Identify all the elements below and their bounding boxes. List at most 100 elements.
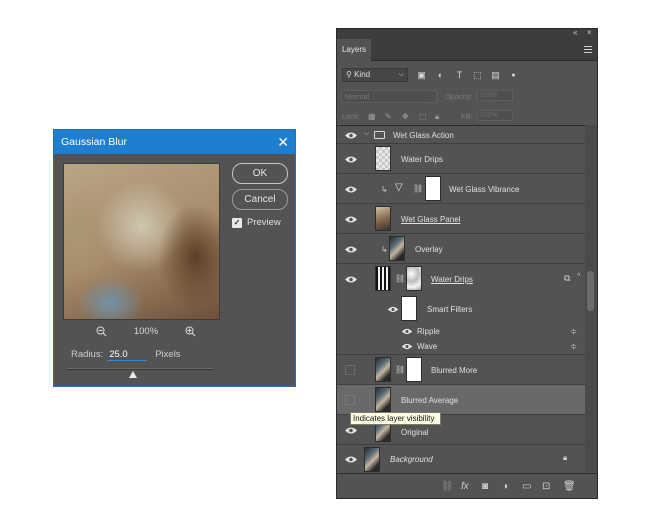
- visibility-toggle[interactable]: [345, 395, 355, 405]
- layer-row-overlay[interactable]: ↳ Overlay: [337, 234, 585, 264]
- new-layer-icon[interactable]: ⊡: [542, 481, 550, 492]
- eye-icon[interactable]: [344, 275, 358, 284]
- eye-icon[interactable]: [344, 185, 358, 194]
- clipping-mask-icon: ↳: [381, 245, 388, 254]
- eye-icon[interactable]: [401, 327, 415, 336]
- layer-thumbnail: [375, 266, 391, 291]
- eye-icon[interactable]: [344, 455, 358, 464]
- scrollbar-thumb[interactable]: [587, 271, 594, 311]
- cancel-button[interactable]: Cancel: [232, 189, 288, 210]
- type-filter-icon[interactable]: T: [455, 71, 464, 80]
- eye-icon[interactable]: [344, 245, 358, 254]
- layer-row-blurred-average[interactable]: Blurred Average: [337, 385, 585, 415]
- tooltip: Indicates layer visibility: [350, 412, 441, 425]
- dialog-title: Gaussian Blur: [61, 136, 127, 148]
- radius-slider-thumb[interactable]: [129, 371, 137, 378]
- tab-layers[interactable]: Layers: [337, 39, 371, 61]
- new-group-icon[interactable]: ▭: [522, 481, 531, 492]
- smart-object-filter-icon[interactable]: ▤: [491, 71, 500, 80]
- filter-toggle-icon[interactable]: ●: [509, 71, 518, 80]
- panel-menu-icon[interactable]: [584, 46, 592, 53]
- lock-all-icon[interactable]: 🔒︎: [435, 112, 439, 122]
- layers-scrollbar[interactable]: [585, 125, 597, 472]
- filter-row-ripple[interactable]: Ripple ≑: [337, 324, 585, 339]
- radius-slider-track[interactable]: [67, 368, 213, 370]
- panel-topstrip: « ×: [337, 28, 597, 39]
- link-layers-icon[interactable]: ⛓: [441, 481, 454, 492]
- lock-artboard-icon[interactable]: ⬚: [419, 112, 427, 121]
- radius-label: Radius:: [71, 349, 104, 360]
- opacity-field[interactable]: 100%: [477, 90, 513, 101]
- collapse-filters-icon[interactable]: ^: [577, 273, 580, 280]
- checkmark-icon[interactable]: ✓: [232, 217, 242, 228]
- layer-mask-thumbnail[interactable]: [406, 357, 422, 382]
- link-icon[interactable]: ⛓: [413, 184, 423, 193]
- lock-position-icon[interactable]: ✥: [402, 112, 409, 121]
- layer-name: Wet Glass Vibrance: [449, 185, 520, 194]
- zoom-out-icon[interactable]: [96, 326, 107, 337]
- layer-name: Smart Filters: [427, 305, 473, 314]
- shape-filter-icon[interactable]: ⬚: [473, 71, 482, 80]
- pixel-filter-icon[interactable]: ▣: [417, 71, 426, 80]
- eye-icon[interactable]: [401, 342, 415, 351]
- layer-row-smart-filters[interactable]: Smart Filters: [337, 294, 585, 324]
- ok-button[interactable]: OK: [232, 163, 288, 184]
- panel-close-icon[interactable]: ×: [587, 28, 592, 37]
- eye-icon[interactable]: [344, 426, 358, 435]
- close-icon[interactable]: ✕: [277, 130, 289, 154]
- blur-preview-image[interactable]: [63, 163, 220, 320]
- lock-icon[interactable]: 🔒︎: [563, 453, 567, 463]
- layer-row-wet-glass-vibrance[interactable]: ↳ ▽ ⛓ Wet Glass Vibrance: [337, 174, 585, 204]
- link-icon[interactable]: ⛓: [395, 365, 405, 374]
- eye-icon[interactable]: [344, 215, 358, 224]
- fill-field[interactable]: 100%: [477, 110, 513, 121]
- collapse-icon[interactable]: «: [573, 28, 577, 37]
- layer-thumbnail: [389, 236, 405, 261]
- lock-pixels-icon[interactable]: ✎: [385, 112, 392, 121]
- lock-label: Lock:: [342, 112, 360, 121]
- filter-row-wave[interactable]: Wave ≑: [337, 339, 585, 355]
- fx-icon[interactable]: fx: [461, 481, 469, 492]
- adjustment-filter-icon[interactable]: ◐: [436, 71, 445, 80]
- layer-row-blurred-more[interactable]: ⛓ Blurred More: [337, 355, 585, 385]
- eye-icon[interactable]: [387, 305, 401, 314]
- layer-mask-thumbnail[interactable]: [425, 176, 441, 201]
- filter-options-icon[interactable]: ≑: [570, 342, 577, 351]
- opacity-label: Opacity:: [445, 92, 473, 101]
- filter-options-icon[interactable]: ≑: [570, 327, 577, 336]
- fill-label: Fill:: [461, 112, 473, 121]
- layer-row-wet-glass-panel[interactable]: Wet Glass Panel: [337, 204, 585, 234]
- blend-mode-select[interactable]: Normal ⌵: [341, 90, 437, 103]
- radius-input[interactable]: 25.0: [107, 348, 148, 361]
- radius-row: Radius: 25.0 Pixels: [71, 348, 181, 361]
- trash-icon[interactable]: 🗑︎: [563, 481, 576, 492]
- lock-transparent-icon[interactable]: ▦: [368, 112, 376, 121]
- layer-name: Background: [390, 455, 433, 464]
- layer-thumbnail: [364, 447, 380, 472]
- layer-row-wet-glass-action[interactable]: ⌵ Wet Glass Action: [337, 126, 585, 144]
- eye-icon[interactable]: [344, 155, 358, 164]
- clipping-mask-icon: ↳: [381, 185, 388, 194]
- zoom-in-icon[interactable]: [185, 326, 196, 337]
- eye-icon[interactable]: [344, 131, 358, 140]
- chevron-down-icon[interactable]: ⌵: [364, 130, 369, 138]
- zoom-controls: 100%: [96, 326, 196, 337]
- visibility-toggle[interactable]: [345, 365, 355, 375]
- layer-row-water-drips-smart[interactable]: ⛓ Water Drips ⧉ ^: [337, 264, 585, 294]
- add-mask-icon[interactable]: ◙: [482, 481, 488, 492]
- layer-thumbnail: [375, 357, 391, 382]
- filter-mask-thumbnail[interactable]: [406, 266, 422, 291]
- filter-kind-select[interactable]: ⚲ Kind ⌵: [342, 68, 408, 82]
- layer-row-water-drips[interactable]: Water Drips: [337, 144, 585, 174]
- radius-unit: Pixels: [155, 349, 181, 360]
- layer-row-background[interactable]: Background 🔒︎: [337, 445, 585, 473]
- dialog-titlebar: Gaussian Blur ✕: [54, 130, 295, 154]
- smart-filter-mask-thumbnail[interactable]: [401, 296, 417, 321]
- preview-checkbox[interactable]: ✓ Preview: [232, 217, 281, 228]
- layer-name: Original: [401, 428, 429, 437]
- adjustment-layer-icon[interactable]: ◑: [502, 481, 508, 492]
- layer-name: Wave: [417, 342, 438, 351]
- filter-kind-value: Kind: [354, 70, 371, 79]
- blend-mode-value: Normal: [345, 92, 370, 101]
- link-icon[interactable]: ⛓: [395, 274, 405, 283]
